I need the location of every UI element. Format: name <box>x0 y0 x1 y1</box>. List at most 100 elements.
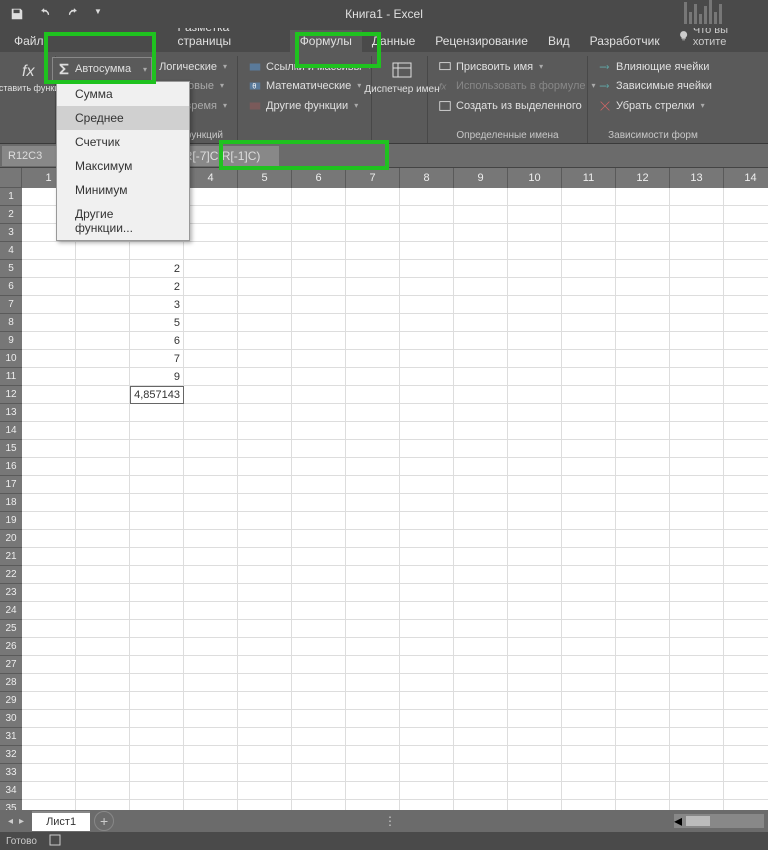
column-header[interactable]: 6 <box>292 168 346 188</box>
row-header[interactable]: 7 <box>0 296 22 314</box>
cell[interactable] <box>130 692 184 710</box>
cell[interactable] <box>562 656 616 674</box>
cell[interactable] <box>346 764 400 782</box>
cell[interactable] <box>22 656 76 674</box>
add-sheet-button[interactable]: + <box>94 811 114 831</box>
cell[interactable] <box>562 368 616 386</box>
cell[interactable] <box>346 260 400 278</box>
spreadsheet-grid[interactable]: 1234567891011121314 12345678910111213141… <box>0 168 768 816</box>
cell[interactable] <box>616 620 670 638</box>
cell[interactable] <box>454 584 508 602</box>
cell[interactable] <box>400 296 454 314</box>
cell[interactable] <box>76 314 130 332</box>
cell[interactable] <box>292 638 346 656</box>
cell[interactable] <box>562 350 616 368</box>
cell[interactable] <box>292 188 346 206</box>
cell[interactable] <box>22 296 76 314</box>
math-button[interactable]: θМатематические▾ <box>244 77 365 95</box>
cell[interactable] <box>76 710 130 728</box>
cell[interactable] <box>184 566 238 584</box>
cell[interactable] <box>400 242 454 260</box>
cell[interactable] <box>76 512 130 530</box>
cell[interactable] <box>400 368 454 386</box>
cell[interactable] <box>454 512 508 530</box>
cell[interactable] <box>184 440 238 458</box>
cell[interactable] <box>238 332 292 350</box>
cell[interactable] <box>508 476 562 494</box>
cell[interactable] <box>670 188 724 206</box>
cell[interactable] <box>22 422 76 440</box>
cell[interactable] <box>130 656 184 674</box>
cell[interactable] <box>346 548 400 566</box>
cell[interactable] <box>76 620 130 638</box>
cell[interactable] <box>616 728 670 746</box>
cell[interactable] <box>454 764 508 782</box>
cell[interactable] <box>22 566 76 584</box>
cell[interactable] <box>508 782 562 800</box>
cell[interactable] <box>22 746 76 764</box>
row-header[interactable]: 14 <box>0 422 22 440</box>
cell[interactable] <box>454 296 508 314</box>
column-header[interactable]: 13 <box>670 168 724 188</box>
cell[interactable] <box>454 242 508 260</box>
cell[interactable] <box>454 638 508 656</box>
cell[interactable] <box>616 674 670 692</box>
column-header[interactable]: 10 <box>508 168 562 188</box>
cell[interactable] <box>22 674 76 692</box>
cell[interactable] <box>400 224 454 242</box>
cell[interactable] <box>238 476 292 494</box>
cell[interactable] <box>130 512 184 530</box>
cell[interactable] <box>184 476 238 494</box>
cell[interactable] <box>76 566 130 584</box>
cell[interactable] <box>616 296 670 314</box>
cell[interactable] <box>454 494 508 512</box>
row-header[interactable]: 30 <box>0 710 22 728</box>
row-header[interactable]: 28 <box>0 674 22 692</box>
cell[interactable] <box>346 296 400 314</box>
cell[interactable] <box>508 296 562 314</box>
cell[interactable] <box>400 548 454 566</box>
cell[interactable] <box>400 278 454 296</box>
cell[interactable] <box>184 278 238 296</box>
cell[interactable] <box>292 332 346 350</box>
cell[interactable] <box>400 332 454 350</box>
cell[interactable] <box>670 530 724 548</box>
cell[interactable] <box>670 350 724 368</box>
cell[interactable] <box>616 530 670 548</box>
cell[interactable] <box>346 620 400 638</box>
cell[interactable] <box>22 476 76 494</box>
cell[interactable] <box>562 530 616 548</box>
cell[interactable] <box>670 440 724 458</box>
cell[interactable] <box>616 764 670 782</box>
cell[interactable]: 9 <box>130 368 184 386</box>
use-in-formula-button[interactable]: fxИспользовать в формуле▾ <box>434 77 581 95</box>
cell[interactable] <box>184 512 238 530</box>
tab-developer[interactable]: Разработчик <box>580 30 670 52</box>
cell[interactable] <box>130 458 184 476</box>
cell[interactable] <box>292 746 346 764</box>
cell[interactable] <box>130 548 184 566</box>
cell[interactable] <box>562 710 616 728</box>
cell[interactable] <box>454 260 508 278</box>
row-header[interactable]: 26 <box>0 638 22 656</box>
cell[interactable] <box>22 260 76 278</box>
cell[interactable] <box>292 602 346 620</box>
cell[interactable] <box>184 602 238 620</box>
cell[interactable] <box>22 710 76 728</box>
more-functions-button[interactable]: Другие функции▾ <box>244 97 365 115</box>
cell[interactable] <box>670 638 724 656</box>
cell[interactable] <box>22 512 76 530</box>
cell[interactable] <box>724 368 768 386</box>
cell[interactable] <box>76 728 130 746</box>
cell[interactable] <box>22 692 76 710</box>
cell[interactable] <box>508 422 562 440</box>
cell[interactable] <box>616 422 670 440</box>
cell[interactable] <box>724 494 768 512</box>
row-header[interactable]: 34 <box>0 782 22 800</box>
cell[interactable] <box>616 260 670 278</box>
cell[interactable] <box>292 386 346 404</box>
cell[interactable] <box>346 332 400 350</box>
cell[interactable] <box>130 728 184 746</box>
cell[interactable] <box>238 728 292 746</box>
cell[interactable] <box>670 314 724 332</box>
